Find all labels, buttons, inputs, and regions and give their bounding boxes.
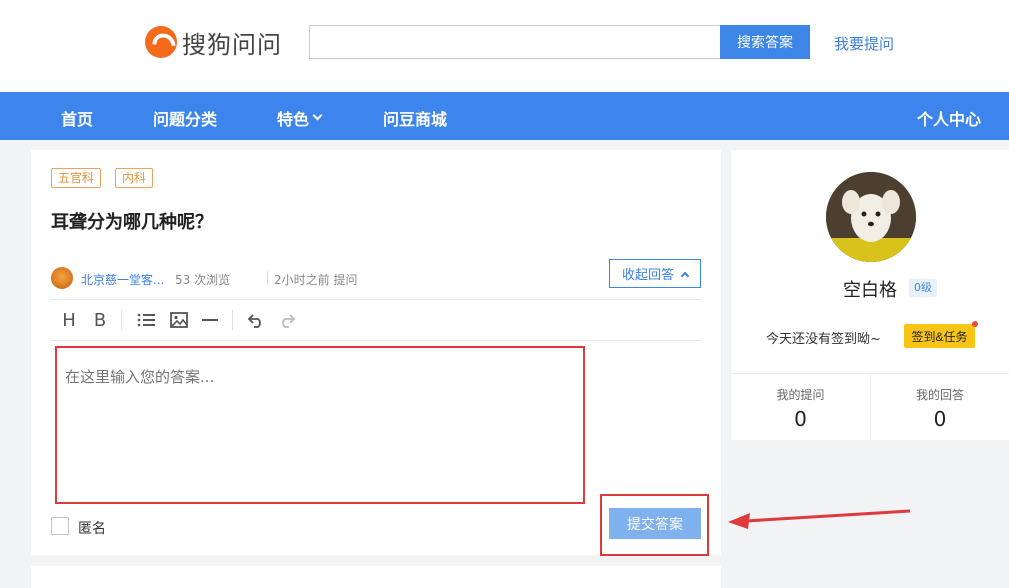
- bold-icon[interactable]: B: [89, 309, 111, 331]
- question-title: 耳聋分为哪几种呢？: [51, 212, 213, 233]
- collapse-answer-label: 收起回答: [621, 267, 674, 282]
- collapse-answer-button[interactable]: 收起回答: [609, 259, 701, 288]
- checkin-task-button[interactable]: 签到&任务: [904, 324, 975, 348]
- user-profile-panel: 空白格 0级 今天还没有签到呦~ 签到&任务 我的提问 0 我的回答 0: [731, 150, 1009, 441]
- nav-features-label: 特色: [277, 110, 310, 129]
- chevron-down-icon: [312, 110, 323, 121]
- nav-store[interactable]: 问豆商城: [383, 106, 447, 130]
- stat-label: 我的提问: [776, 388, 825, 402]
- nav-features[interactable]: 特色: [277, 106, 323, 130]
- answer-textarea[interactable]: [55, 346, 585, 504]
- user-avatar[interactable]: [826, 172, 916, 262]
- list-icon[interactable]: [135, 309, 157, 331]
- site-header: 搜狗问问 搜索答案 我要提问: [0, 0, 1009, 92]
- undo-icon[interactable]: [245, 309, 267, 331]
- tag-internal[interactable]: 内科: [115, 168, 154, 188]
- user-name[interactable]: 空白格: [843, 276, 897, 302]
- stat-value: 0: [794, 407, 807, 431]
- anonymous-label: 匿名: [78, 521, 106, 537]
- stat-label: 我的回答: [915, 388, 964, 402]
- sogou-logo-icon: [145, 26, 177, 58]
- toolbar-divider: [121, 310, 122, 330]
- stat-value: 0: [933, 407, 947, 431]
- question-card: 五官科 内科 耳聋分为哪几种呢？ 北京慈一堂客... 53 次浏览 2小时之前 …: [31, 150, 721, 556]
- author-avatar[interactable]: [51, 267, 73, 289]
- redo-icon[interactable]: [276, 309, 298, 331]
- asked-time: 2小时之前 提问: [274, 273, 358, 287]
- sogou-logo[interactable]: 搜狗问问: [145, 25, 282, 59]
- nav-home[interactable]: 首页: [61, 106, 93, 130]
- tag-ent[interactable]: 五官科: [51, 168, 102, 188]
- toolbar-divider: [232, 310, 233, 330]
- my-answers-stat[interactable]: 我的回答 0: [870, 374, 1009, 441]
- annotation-arrow-icon: [728, 509, 910, 529]
- chevron-up-icon: [680, 271, 690, 280]
- next-card: [31, 566, 721, 588]
- checkin-status: 今天还没有签到呦~: [766, 332, 881, 347]
- heading-icon[interactable]: H: [58, 309, 80, 331]
- view-count: 53 次浏览: [175, 273, 231, 287]
- search-input[interactable]: [309, 25, 721, 59]
- author-name[interactable]: 北京慈一堂客...: [81, 271, 164, 288]
- editor-toolbar: H B: [51, 299, 701, 341]
- ask-question-link[interactable]: 我要提问: [834, 33, 894, 54]
- my-questions-stat[interactable]: 我的提问 0: [731, 374, 870, 441]
- search-button[interactable]: 搜索答案: [720, 25, 810, 59]
- main-nav: 首页 问题分类 特色 问豆商城 个人中心: [0, 92, 1009, 140]
- hr-icon[interactable]: [199, 309, 221, 331]
- user-stats: 我的提问 0 我的回答 0: [731, 373, 1009, 441]
- logo-text: 搜狗问问: [182, 30, 282, 59]
- image-icon[interactable]: [168, 309, 190, 331]
- nav-categories[interactable]: 问题分类: [153, 106, 217, 130]
- level-badge: 0级: [909, 279, 937, 297]
- notification-dot: [972, 321, 978, 327]
- submit-answer-button[interactable]: 提交答案: [609, 508, 701, 539]
- meta-divider: [267, 271, 268, 285]
- nav-profile[interactable]: 个人中心: [917, 106, 981, 130]
- anonymous-checkbox[interactable]: [51, 517, 69, 535]
